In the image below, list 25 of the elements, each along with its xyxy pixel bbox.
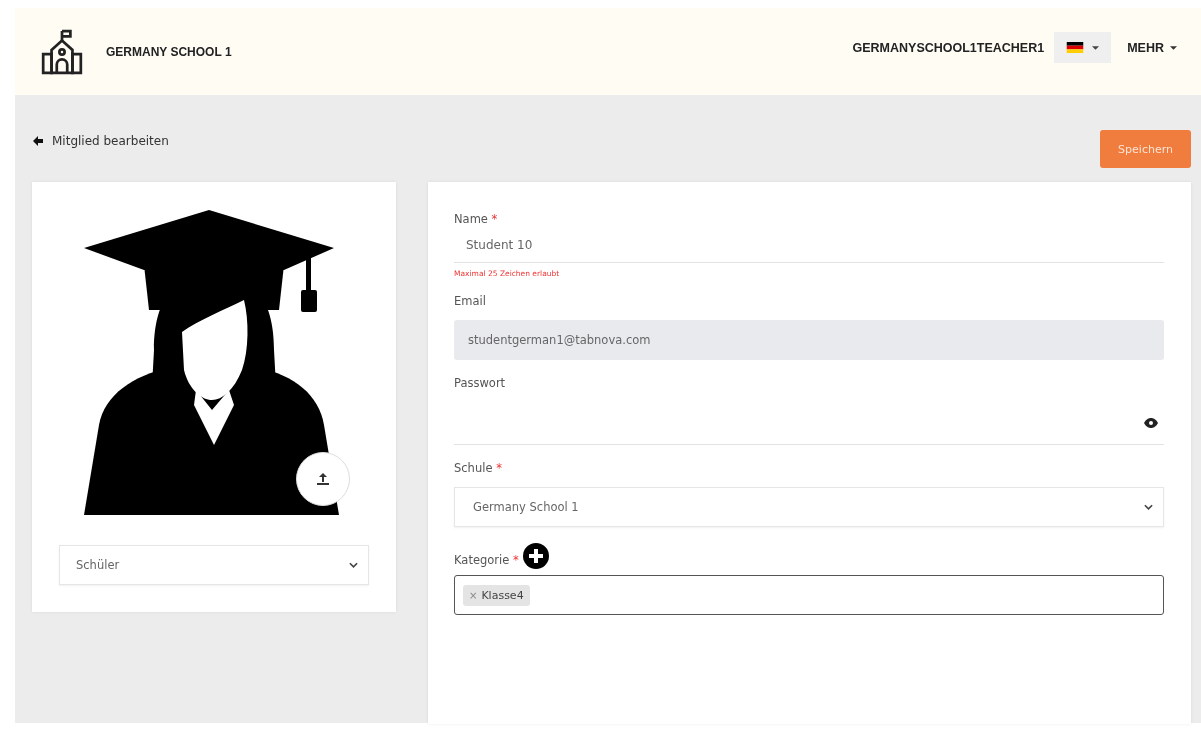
back-arrow-icon[interactable] xyxy=(32,135,44,147)
page-title: Mitglied bearbeiten xyxy=(52,134,169,148)
field-label: Name * xyxy=(454,212,499,226)
more-menu[interactable]: MEHR xyxy=(1121,36,1183,59)
field-label: Email xyxy=(454,294,487,308)
category-input[interactable]: × Klasse4 xyxy=(454,575,1164,615)
caret-icon xyxy=(1170,45,1177,50)
language-dropdown[interactable] xyxy=(1054,32,1112,63)
school-building-icon xyxy=(40,28,84,75)
name-input[interactable]: Student 10 xyxy=(454,238,1164,263)
role-select[interactable]: Schüler xyxy=(59,545,369,585)
flag-icon xyxy=(1066,42,1085,53)
field-label: Kategorie * xyxy=(454,553,519,567)
username[interactable]: GERMANYSCHOOL1TEACHER1 xyxy=(852,40,1045,55)
upload-icon xyxy=(315,471,331,487)
field-label: Schule * xyxy=(454,461,503,475)
caret-icon xyxy=(1092,45,1100,50)
add-icon[interactable] xyxy=(522,543,549,569)
school-select[interactable]: Germany School 1 xyxy=(454,487,1164,527)
category-tag: × Klasse4 xyxy=(463,584,530,606)
field-label: Passwort xyxy=(454,376,507,390)
school-name: GERMANY SCHOOL 1 xyxy=(106,44,232,59)
chevron-down-icon xyxy=(1144,504,1153,510)
chevron-down-icon xyxy=(349,562,358,568)
eye-icon[interactable] xyxy=(1144,418,1158,428)
